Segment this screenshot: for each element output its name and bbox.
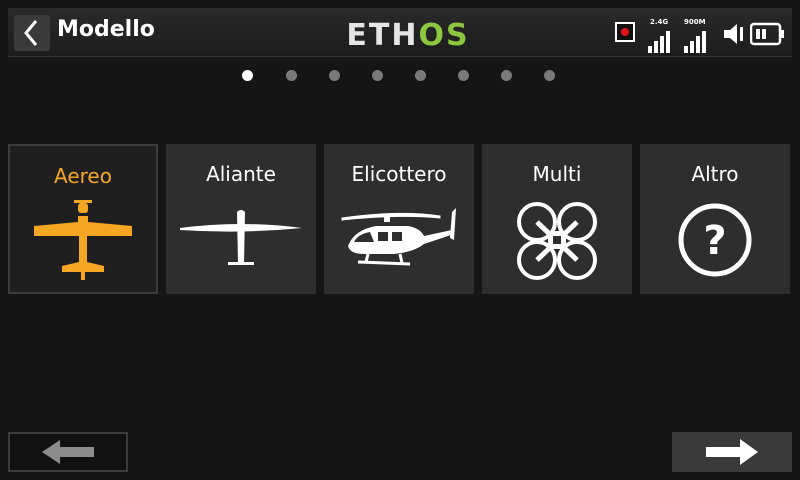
mute-icon[interactable]: [722, 22, 746, 46]
arrow-right-icon: [706, 439, 758, 465]
band-24-label: 2.4G: [650, 18, 669, 26]
page-dot[interactable]: [458, 70, 469, 81]
model-type-aliante[interactable]: Aliante: [166, 144, 316, 294]
page-dot[interactable]: [286, 70, 297, 81]
model-type-elicottero[interactable]: Elicottero: [324, 144, 474, 294]
next-button[interactable]: [672, 432, 792, 472]
page-title: Modello: [57, 17, 155, 42]
page-dot[interactable]: [242, 70, 253, 81]
svg-text:ETHOS: ETHOS: [346, 18, 469, 52]
status-bar: 2.4G 900M: [612, 16, 788, 53]
airplane-icon: [34, 200, 132, 280]
band-900-label: 900M: [684, 18, 706, 26]
svg-text:?: ?: [703, 218, 726, 264]
tile-label: Elicottero: [351, 162, 447, 186]
page-indicator: [242, 70, 562, 82]
page-dot[interactable]: [372, 70, 383, 81]
arrow-left-icon: [42, 440, 94, 464]
glider-icon: [180, 210, 302, 265]
ethos-logo: ETHOS: [346, 18, 469, 52]
tile-label: Altro: [691, 162, 739, 186]
battery-icon: [750, 22, 784, 46]
question-icon: ?: [678, 203, 752, 277]
record-icon: [615, 22, 635, 42]
signal-24-icon: [648, 31, 670, 53]
tile-label: Aliante: [206, 162, 276, 186]
chevron-left-icon: [24, 20, 38, 46]
tile-label: Multi: [532, 162, 582, 186]
model-type-multi[interactable]: Multi: [482, 144, 632, 294]
page-dot[interactable]: [329, 70, 340, 81]
back-button[interactable]: [14, 15, 50, 51]
previous-button[interactable]: [8, 432, 128, 472]
page-dot[interactable]: [544, 70, 555, 81]
model-type-altro[interactable]: Altro ?: [640, 144, 790, 294]
multirotor-icon: [517, 202, 597, 280]
page-dot[interactable]: [415, 70, 426, 81]
model-type-aereo[interactable]: Aereo: [8, 144, 158, 294]
helicopter-icon: [341, 208, 456, 266]
tile-label: Aereo: [54, 164, 112, 188]
title-bar: Modello ETHOS 2.4G 900M: [8, 8, 792, 57]
page-dot[interactable]: [501, 70, 512, 81]
signal-900-icon: [684, 31, 706, 53]
